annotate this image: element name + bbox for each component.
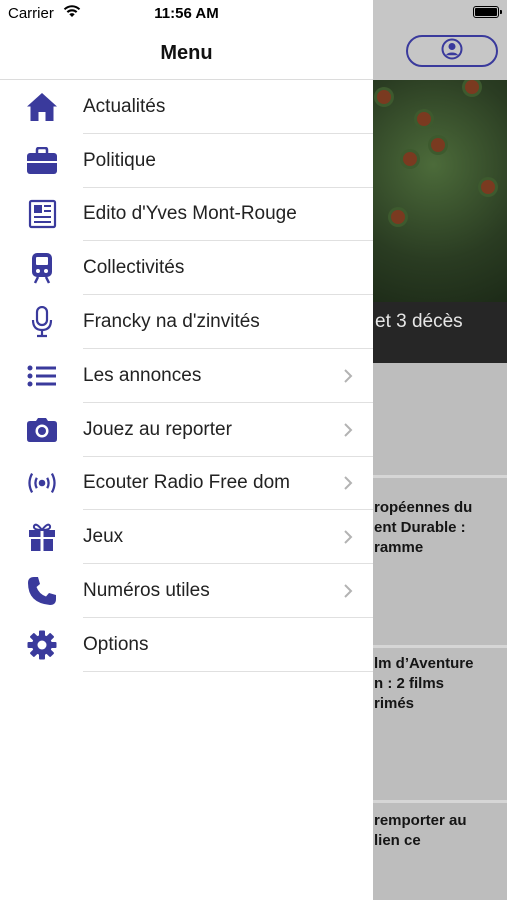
menu-item-numeros[interactable]: Numéros utiles [0,564,373,618]
gear-icon [25,628,59,662]
phone-icon [25,574,59,608]
menu-item-label: Actualités [83,95,166,117]
profile-button[interactable] [406,35,498,67]
microphone-icon [25,305,59,339]
chevron-right-icon [343,529,353,545]
menu-item-politique[interactable]: Politique [0,134,373,188]
menu-item-label: Les annonces [83,364,202,386]
menu-item-label: Numéros utiles [83,580,210,602]
menu-item-label: Jouez au reporter [83,418,232,440]
menu-item-label: Francky na d'zinvités [83,311,260,333]
menu-item-annonces[interactable]: Les annonces [0,349,373,403]
broadcast-icon [25,466,59,500]
menu-item-label: Ecouter Radio Free dom [83,472,290,494]
chevron-right-icon [343,422,353,438]
newspaper-icon [25,197,59,231]
menu-item-edito[interactable]: Edito d'Yves Mont-Rouge [0,188,373,242]
article-title[interactable]: remporter au lien ce [374,811,507,851]
menu-item-collectivites[interactable]: Collectivités [0,241,373,295]
menu-item-label: Collectivités [83,257,185,279]
chevron-right-icon [343,475,353,491]
menu-item-reporter[interactable]: Jouez au reporter [0,403,373,457]
camera-icon [25,413,59,447]
status-bar: Carrier 11:56 AM [0,0,507,28]
article-title[interactable]: ropéennes du ent Durable : ramme [374,498,507,558]
chevron-right-icon [343,583,353,599]
side-drawer: Menu Actualités Politique Edito d'Yves M… [0,0,373,900]
briefcase-icon [25,144,59,178]
menu-item-label: Jeux [83,526,124,548]
list-icon [25,359,59,393]
card-divider [373,475,507,478]
gift-icon [25,520,59,554]
train-icon [25,251,59,285]
menu-item-jeux[interactable]: Jeux [0,510,373,564]
drawer-title: Menu [160,42,213,64]
card-divider [373,800,507,803]
hero-caption[interactable]: et 3 décès [373,302,507,363]
menu-list: Actualités Politique Edito d'Yves Mont-R… [0,80,373,672]
menu-item-radio[interactable]: Ecouter Radio Free dom [0,457,373,511]
home-icon [25,90,59,124]
battery-icon [473,6,502,18]
user-circle-icon [441,38,463,65]
menu-item-options[interactable]: Options [0,618,373,672]
chevron-right-icon [343,368,353,384]
menu-item-label: Options [83,633,149,655]
menu-item-label: Politique [83,149,156,171]
menu-item-actualites[interactable]: Actualités [0,80,373,134]
background-content: et 3 décès ropéennes du ent Durable : ra… [373,0,507,900]
menu-item-label: Edito d'Yves Mont-Rouge [83,203,297,225]
clock: 11:56 AM [154,5,219,22]
article-title[interactable]: lm d’Aventure n : 2 films rimés [374,654,507,714]
drawer-header: Menu [0,28,373,80]
card-divider [373,645,507,648]
menu-item-francky[interactable]: Francky na d'zinvités [0,295,373,349]
